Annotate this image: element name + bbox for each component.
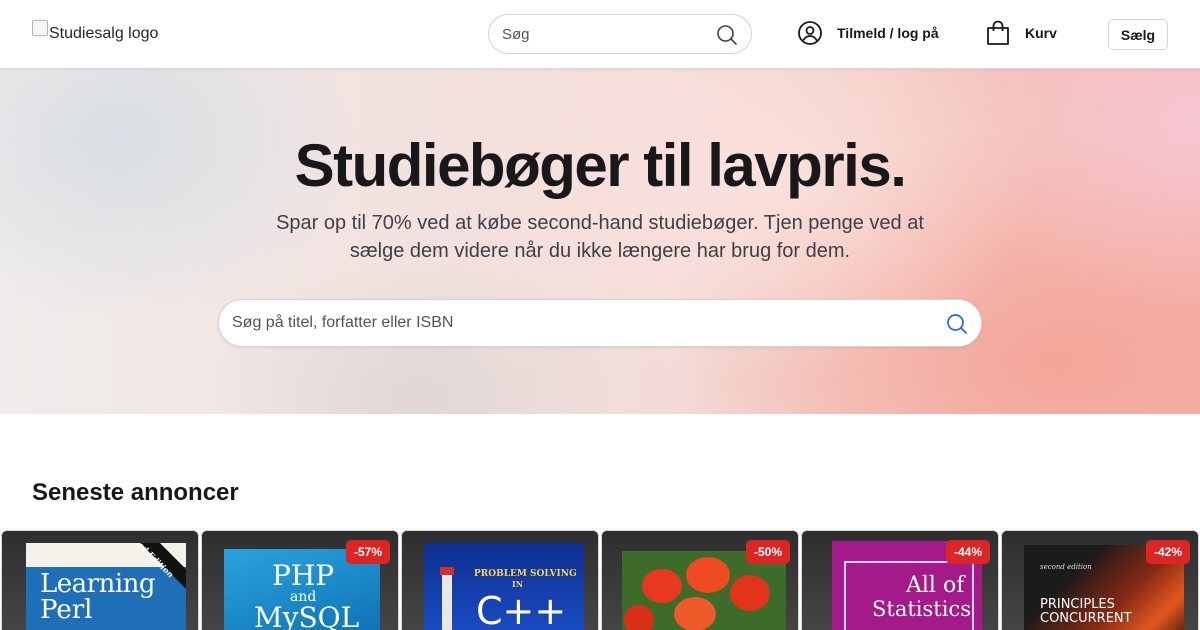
studiesalg-logo[interactable]: Studiesalg logo [32, 20, 159, 46]
header-search-placeholder: Søg [502, 26, 530, 43]
book-cover: PROBLEM SOLVING IN C++ [424, 543, 584, 630]
sell-button[interactable]: Sælg [1108, 19, 1168, 50]
discount-badge: -57% [345, 540, 390, 564]
listing-card[interactable]: -50% [601, 530, 799, 630]
book-edition: second edition [1040, 563, 1092, 571]
header-search-input[interactable]: Søg [488, 14, 752, 54]
book-cover: 3rd Edition Learning Perl [26, 543, 186, 630]
listings-row: 3rd Edition Learning Perl PHP and MySQL … [0, 530, 1200, 630]
book-title-line-1: PROBLEM SOLVING [474, 569, 577, 579]
login-signup-link[interactable]: Tilmeld / log på [797, 20, 939, 46]
book-title-line-2: CONCURRENT [1040, 611, 1132, 626]
logo-alt-text: Studiesalg logo [49, 25, 159, 42]
discount-badge: -42% [1145, 540, 1190, 564]
search-icon[interactable] [715, 23, 739, 47]
hero-subtitle: Spar op til 70% ved at købe second-hand … [276, 212, 924, 262]
book-title-line-1: PHP [272, 559, 335, 592]
listing-card[interactable]: PHP and MySQL -57% [201, 530, 399, 630]
search-icon[interactable] [945, 312, 969, 336]
discount-badge: -50% [745, 540, 790, 564]
listing-card[interactable]: 3rd Edition Learning Perl [1, 530, 199, 630]
discount-badge: -44% [945, 540, 990, 564]
book-title-line-2: MySQL [254, 601, 360, 630]
hero-search-input[interactable]: Søg på titel, forfatter eller ISBN [218, 299, 982, 347]
listing-card[interactable]: PROBLEM SOLVING IN C++ [401, 530, 599, 630]
shopping-bag-icon [987, 20, 1009, 45]
login-signup-label: Tilmeld / log på [837, 25, 939, 41]
listing-card[interactable]: second edition PRINCIPLES CONCURRENT -42… [1001, 530, 1199, 630]
cart-label: Kurv [1025, 25, 1057, 41]
book-title-line-1: All of [906, 573, 965, 598]
cart-link[interactable]: Kurv [985, 19, 1057, 47]
book-title-line-2: Perl [40, 595, 93, 625]
broken-image-icon [32, 20, 48, 36]
book-title-line-2: C++ [476, 589, 567, 630]
book-title-line-1: PRINCIPLES [1040, 597, 1115, 612]
hero-search-placeholder: Søg på titel, forfatter eller ISBN [232, 314, 454, 331]
site-header: Studiesalg logo Søg Tilmeld / log på Kur… [0, 0, 1200, 69]
hero-title: Studiebøger til lavpris. [294, 132, 907, 199]
user-circle-icon [798, 21, 822, 45]
book-title-in: IN [512, 579, 524, 589]
latest-listings-heading: Seneste annoncer [32, 479, 239, 506]
listing-card[interactable]: All of Statistics -44% [801, 530, 999, 630]
hero-section: Studiebøger til lavpris. Spar op til 70%… [0, 69, 1200, 414]
book-title-line-2: Statistics [872, 597, 971, 621]
